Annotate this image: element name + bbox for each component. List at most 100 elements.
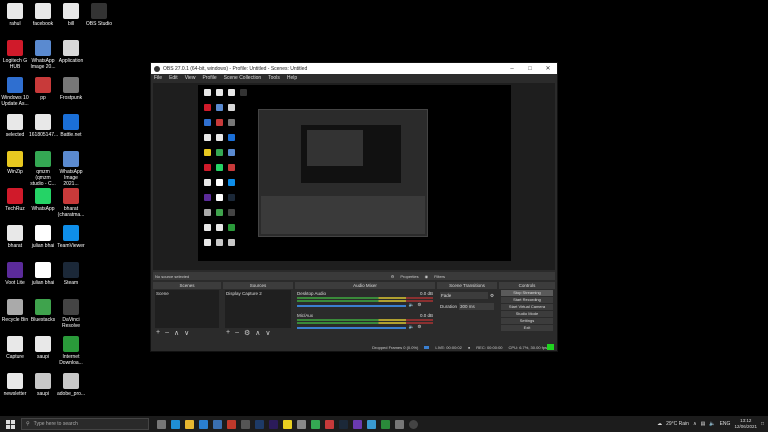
obs-window[interactable]: OBS 27.0.1 (64-bit, windows) - Profile: … xyxy=(150,62,558,352)
menu-file[interactable]: File xyxy=(154,75,162,81)
language-indicator[interactable]: ENG xyxy=(720,421,731,427)
desktop-icon[interactable]: Internet Downloa... xyxy=(57,336,85,366)
desktop-icon[interactable]: Windows 10 Update As... xyxy=(1,77,29,107)
desktop-icon[interactable]: OBS Studio xyxy=(85,3,113,27)
edge-icon[interactable] xyxy=(171,419,180,429)
desktop-icon[interactable]: Logitech G HUB xyxy=(1,40,29,70)
menu-profile[interactable]: Profile xyxy=(202,75,216,81)
close-button[interactable]: ✕ xyxy=(539,65,557,72)
add-scene-icon[interactable]: + xyxy=(156,329,160,337)
sources-list[interactable]: Display Capture 2 xyxy=(225,290,291,328)
source-item[interactable]: Display Capture 2 xyxy=(226,291,290,296)
properties-button[interactable]: Properties xyxy=(400,274,418,279)
desktop-icon[interactable]: TechRuz xyxy=(1,188,29,212)
desktop-icon[interactable]: Capture xyxy=(1,336,29,360)
desktop-icon[interactable]: Frostpunk xyxy=(57,77,85,101)
source-up-icon[interactable]: ∧ xyxy=(255,329,260,337)
menu-help[interactable]: Help xyxy=(287,75,297,81)
desktop-icon[interactable]: TeamViewer xyxy=(57,225,85,249)
obs-titlebar[interactable]: OBS 27.0.1 (64-bit, windows) - Profile: … xyxy=(151,63,557,74)
move-up-icon[interactable]: ∧ xyxy=(174,329,179,337)
photoshop-icon[interactable] xyxy=(255,419,264,429)
desktop-icon[interactable]: Battle.net xyxy=(57,114,85,138)
explorer-icon[interactable] xyxy=(185,419,194,429)
source-settings-icon[interactable]: ⚙ xyxy=(244,329,250,337)
volume-icon[interactable]: 🔈 xyxy=(709,421,715,427)
network-icon[interactable]: ▤ xyxy=(701,421,706,427)
transition-select[interactable]: Fade xyxy=(440,292,488,299)
gear-icon[interactable]: ⚙ xyxy=(417,324,421,330)
desktop-icon[interactable]: Recycle Bin xyxy=(1,299,29,323)
settings-icon[interactable] xyxy=(297,419,306,429)
desktop-icon[interactable]: saupi xyxy=(29,336,57,360)
desktop-icon[interactable]: julian bhai xyxy=(29,225,57,249)
obs-taskbar-icon[interactable] xyxy=(409,419,418,429)
desktop-icon[interactable]: bharat (charatma... xyxy=(57,188,85,218)
minimize-button[interactable]: – xyxy=(503,66,521,72)
app-icon[interactable] xyxy=(325,419,334,429)
clock[interactable]: 13:12 12/06/2021 xyxy=(734,418,757,430)
volume-slider[interactable] xyxy=(297,327,406,329)
start-button[interactable] xyxy=(3,417,17,431)
desktop-icon[interactable]: adobe_pro... xyxy=(57,373,85,397)
desktop-icon[interactable]: DaVinci Resolve xyxy=(57,299,85,329)
notifications-icon[interactable]: □ xyxy=(761,421,764,427)
taskbar-search[interactable]: ⚲ Type here to search xyxy=(21,418,149,430)
desktop-icon[interactable]: bill xyxy=(57,3,85,27)
task-view-icon[interactable] xyxy=(157,419,166,429)
desktop-icon[interactable]: julian bhai xyxy=(29,262,57,286)
exit-button[interactable]: Exit xyxy=(501,325,553,331)
filezilla-icon[interactable] xyxy=(227,419,236,429)
maximize-button[interactable]: □ xyxy=(521,66,539,72)
speaker-icon[interactable]: 🔈 xyxy=(409,324,415,330)
desktop-icon[interactable]: selected xyxy=(1,114,29,138)
gear-icon[interactable]: ⚙ xyxy=(490,293,494,299)
desktop-icon[interactable]: Bluestacks xyxy=(29,299,57,323)
volume-slider[interactable] xyxy=(297,305,406,307)
scene-item[interactable]: Scene xyxy=(156,291,218,296)
desktop-icon[interactable]: Application xyxy=(57,40,85,64)
app-icon[interactable] xyxy=(381,419,390,429)
desktop-icon[interactable]: facebook xyxy=(29,3,57,27)
tray-expand-icon[interactable]: ∧ xyxy=(693,421,697,427)
app-icon[interactable] xyxy=(353,419,362,429)
remove-source-icon[interactable]: – xyxy=(235,329,239,337)
desktop-icon[interactable]: newsletter xyxy=(1,373,29,397)
remove-scene-icon[interactable]: – xyxy=(165,329,169,337)
menu-edit[interactable]: Edit xyxy=(169,75,178,81)
desktop-icon[interactable]: Steam xyxy=(57,262,85,286)
desktop-icon[interactable]: rahul xyxy=(1,3,29,27)
filter-icon[interactable]: ◉ xyxy=(425,274,429,279)
start-recording-button[interactable]: Start Recording xyxy=(501,297,553,303)
stop-streaming-button[interactable]: Stop Streaming xyxy=(501,290,553,296)
gear-icon[interactable]: ⚙ xyxy=(391,274,395,279)
studio-mode-button[interactable]: Studio Mode xyxy=(501,311,553,317)
menu-view[interactable]: View xyxy=(185,75,196,81)
filters-button[interactable]: Filters xyxy=(434,274,445,279)
desktop-icon[interactable]: WhatsApp Image 2021... xyxy=(57,151,85,187)
sticky-notes-icon[interactable] xyxy=(283,419,292,429)
desktop-icon[interactable]: saupi xyxy=(29,373,57,397)
desktop-icon[interactable]: Voot Lite xyxy=(1,262,29,286)
chrome-icon[interactable] xyxy=(311,419,320,429)
move-down-icon[interactable]: ∨ xyxy=(184,329,189,337)
desktop-icon[interactable]: WhatsApp Image 20... xyxy=(29,40,57,70)
desktop-icon[interactable]: bharat xyxy=(1,225,29,249)
desktop-icon[interactable]: WhatsApp xyxy=(29,188,57,212)
speaker-icon[interactable]: 🔈 xyxy=(409,302,415,308)
app-icon[interactable] xyxy=(395,419,404,429)
premiere-icon[interactable] xyxy=(269,419,278,429)
app-icon[interactable] xyxy=(367,419,376,429)
start-virtual-camera-button[interactable]: Start Virtual Camera xyxy=(501,304,553,310)
weather-text[interactable]: 29°C Rain xyxy=(666,421,689,427)
app-icon[interactable] xyxy=(241,419,250,429)
add-source-icon[interactable]: + xyxy=(226,329,230,337)
store-icon[interactable] xyxy=(199,419,208,429)
mail-icon[interactable] xyxy=(213,419,222,429)
desktop-icon[interactable]: WinZip xyxy=(1,151,29,175)
scenes-list[interactable]: Scene xyxy=(155,290,219,328)
desktop-icon[interactable]: pp xyxy=(29,77,57,101)
duration-input[interactable]: 300 ms xyxy=(459,303,494,310)
steam-icon[interactable] xyxy=(339,419,348,429)
source-down-icon[interactable]: ∨ xyxy=(265,329,270,337)
